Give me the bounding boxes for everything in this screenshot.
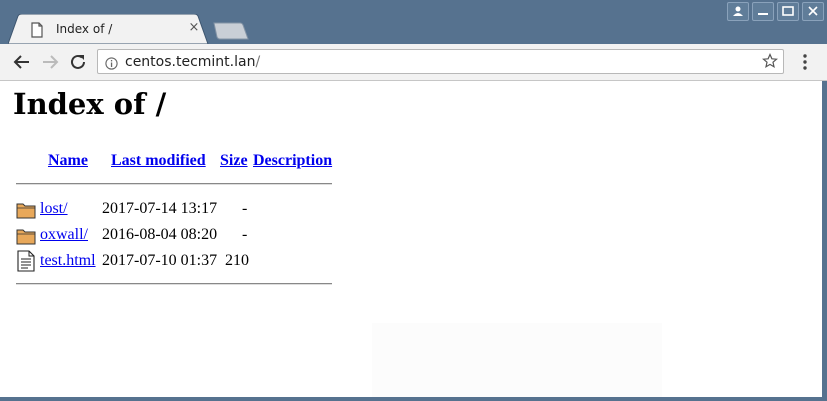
forward-arrow-icon[interactable] xyxy=(38,50,62,74)
folder-icon xyxy=(16,226,36,246)
column-header-size[interactable]: Size xyxy=(220,152,248,170)
tab-strip: Index of / × xyxy=(0,0,827,44)
column-header-last-modified[interactable]: Last modified xyxy=(111,152,206,170)
tab-title: Index of / xyxy=(56,22,113,36)
minimize-icon[interactable] xyxy=(752,2,774,21)
back-arrow-icon[interactable] xyxy=(10,50,34,74)
list-item-modified: 2017-07-10 01:37 xyxy=(102,252,218,269)
list-item-link[interactable]: test.html xyxy=(40,252,96,270)
list-item-modified: 2016-08-04 08:20 xyxy=(102,226,218,243)
column-header-name[interactable]: Name xyxy=(48,152,88,170)
window-border-bottom xyxy=(0,397,827,401)
url-host: centos.tecmint.lan xyxy=(125,54,256,70)
window-controls xyxy=(727,2,824,22)
profile-icon[interactable] xyxy=(727,2,749,21)
faint-background-area xyxy=(372,323,662,397)
page-favicon-icon xyxy=(30,22,44,38)
address-bar[interactable]: centos.tecmint.lan/ xyxy=(97,49,784,74)
new-tab-button[interactable] xyxy=(212,22,250,40)
list-item-link[interactable]: lost/ xyxy=(40,200,68,218)
bookmark-star-icon[interactable] xyxy=(762,53,778,69)
list-item-size: 210 xyxy=(225,252,249,269)
page-title: Index of / xyxy=(13,87,167,121)
list-item-link[interactable]: oxwall/ xyxy=(40,226,88,244)
browser-window: Index of / × centos.tecmint.lan/ Index o… xyxy=(0,0,827,401)
page-content: Index of / Name Last modified Size Descr… xyxy=(0,81,822,397)
url-text[interactable]: centos.tecmint.lan/ xyxy=(125,54,260,70)
text-file-icon xyxy=(16,250,36,272)
list-item-modified: 2017-07-14 13:17 xyxy=(102,200,218,217)
folder-icon xyxy=(16,200,36,220)
browser-toolbar: centos.tecmint.lan/ xyxy=(0,44,827,81)
site-info-icon[interactable] xyxy=(105,55,118,70)
header-divider xyxy=(16,183,332,185)
footer-divider xyxy=(16,283,332,285)
browser-menu-icon[interactable] xyxy=(795,52,815,72)
tab-close-icon[interactable]: × xyxy=(186,20,202,36)
window-border-right xyxy=(822,81,827,397)
url-path: / xyxy=(255,54,261,70)
reload-icon[interactable] xyxy=(66,50,90,74)
column-header-description[interactable]: Description xyxy=(253,152,332,170)
active-tab[interactable]: Index of / × xyxy=(8,14,209,44)
list-item-size: - xyxy=(242,226,248,243)
close-window-icon[interactable] xyxy=(802,2,824,21)
list-item-size: - xyxy=(242,200,248,217)
maximize-icon[interactable] xyxy=(777,2,799,21)
